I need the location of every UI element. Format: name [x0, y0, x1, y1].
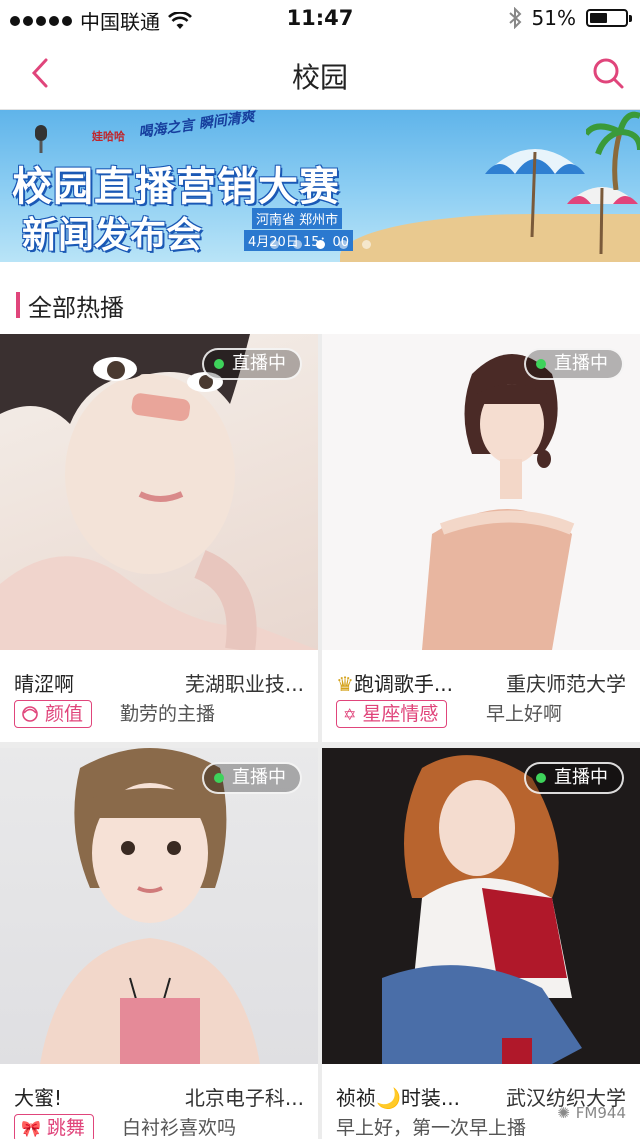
- stream-card[interactable]: 直播中 ♛跑调歌手... 重庆师范大学 ✡ 星座情感 早上好啊: [322, 334, 640, 742]
- search-icon[interactable]: [590, 54, 626, 92]
- face-icon: [22, 706, 38, 722]
- stream-thumbnail[interactable]: [322, 748, 640, 1064]
- watermark-label: FM944: [575, 1104, 626, 1122]
- banner-pager[interactable]: [0, 240, 640, 249]
- page-title: 校园: [291, 61, 348, 94]
- stream-thumbnail[interactable]: [322, 334, 640, 650]
- school-name: 重庆师范大学: [506, 672, 626, 696]
- watermark: ✺ FM944: [557, 1104, 626, 1122]
- stream-description: 勤劳的主播: [120, 703, 216, 725]
- battery-icon: [586, 9, 632, 27]
- category-tag-label: 跳舞: [46, 1116, 85, 1139]
- stream-description: 早上好，第一次早上播: [336, 1117, 527, 1139]
- stream-description: 白衬衫喜欢吗: [122, 1117, 237, 1139]
- crown-icon: ♛: [336, 672, 354, 696]
- banner-headline: 校园直播营销大赛: [12, 164, 340, 210]
- school-name: 芜湖职业技...: [184, 672, 304, 696]
- status-bar: 中国联通 11:47 51%: [0, 0, 640, 36]
- live-badge: 直播中: [202, 348, 302, 380]
- school-name: 北京电子科...: [184, 1086, 304, 1110]
- pager-dot[interactable]: [338, 240, 348, 249]
- streamer-name: ♛跑调歌手...: [336, 668, 453, 697]
- streamer-photo: [382, 755, 582, 1064]
- streamer-name-text: 跑调歌手...: [353, 672, 454, 696]
- banner-location: 河南省 郑州市: [252, 208, 343, 229]
- streamer-photo: [40, 748, 260, 1064]
- section-accent-bar: [16, 292, 20, 318]
- live-badge: 直播中: [524, 348, 624, 380]
- banner-brand: 娃哈哈: [92, 130, 125, 143]
- stream-card[interactable]: 直播中 晴涩啊 芜湖职业技... 颜值 勤劳的主播: [0, 334, 318, 742]
- section-header: 全部热播: [0, 262, 640, 334]
- streamer-name: 祯祯🌙时装...: [336, 1086, 460, 1110]
- bluetooth-icon: [508, 7, 521, 29]
- stream-description: 早上好啊: [486, 703, 563, 725]
- star-of-david-icon: ✡: [343, 704, 357, 724]
- pager-dot[interactable]: [292, 240, 302, 249]
- banner-subheadline: 新闻发布会: [22, 215, 203, 256]
- category-tag[interactable]: 颜值: [14, 700, 93, 728]
- pager-dot[interactable]: [315, 240, 325, 249]
- banner-tagline: 喝海之言 瞬间清爽: [137, 110, 256, 142]
- category-tag[interactable]: ✡ 星座情感: [336, 700, 448, 728]
- wechat-icon: ✺: [557, 1104, 570, 1122]
- category-tag[interactable]: 🎀 跳舞: [14, 1114, 94, 1139]
- section-title: 全部热播: [28, 294, 124, 322]
- promo-banner[interactable]: 娃哈哈 喝海之言 瞬间清爽 校园直播营销大赛 新闻发布会 河南省 郑州市 4月2…: [0, 110, 640, 262]
- category-tag-label: 星座情感: [362, 702, 439, 725]
- stream-card[interactable]: 直播中 祯祯🌙时装... 武汉纺织大学 早上好，第一次早上播: [322, 748, 640, 1139]
- streamer-name: 晴涩啊: [14, 672, 74, 696]
- battery-fill: [590, 13, 608, 23]
- streamer-photo: [0, 334, 318, 650]
- status-right: 51%: [508, 6, 632, 30]
- stream-card[interactable]: 直播中 大蜜! 北京电子科... 🎀 跳舞 白衬衫喜欢吗: [0, 748, 318, 1139]
- nav-bar: 校园: [0, 36, 640, 110]
- microphone-icon: [35, 125, 47, 153]
- live-badge: 直播中: [524, 762, 624, 794]
- ribbon-icon: 🎀: [21, 1118, 41, 1138]
- pager-dot[interactable]: [361, 240, 371, 249]
- streamer-name: 大蜜!: [14, 1086, 63, 1110]
- stream-thumbnail[interactable]: [0, 334, 318, 650]
- pager-dot[interactable]: [269, 240, 279, 249]
- streamer-photo: [422, 354, 575, 650]
- category-tag-label: 颜值: [45, 702, 84, 725]
- stream-thumbnail[interactable]: [0, 748, 318, 1064]
- live-badge: 直播中: [202, 762, 302, 794]
- battery-percent: 51%: [531, 6, 576, 30]
- palm-tree-icon: [586, 111, 640, 190]
